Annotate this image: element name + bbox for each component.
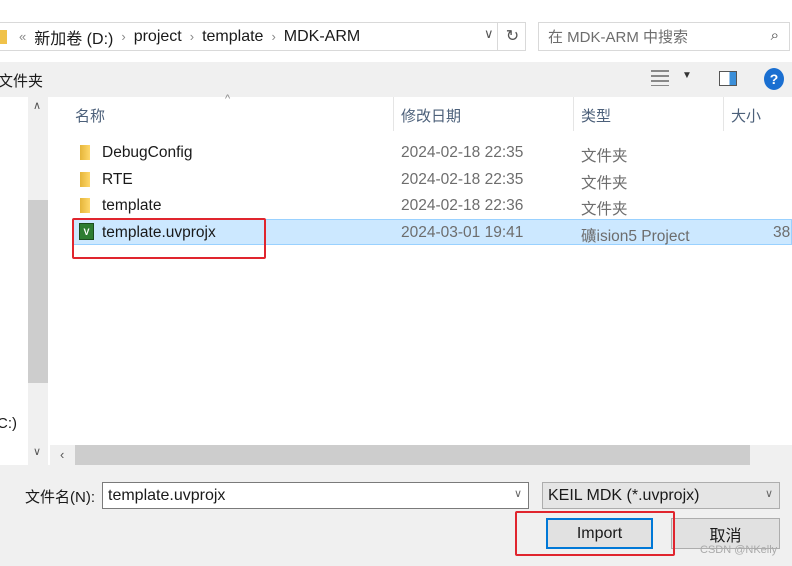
file-date: 2024-03-01 19:41	[401, 224, 524, 241]
file-row[interactable]: template 2024-02-18 22:36 文件夹	[72, 193, 792, 219]
column-date[interactable]: 修改日期	[401, 105, 461, 126]
folder-icon	[80, 198, 90, 213]
search-placeholder: 在 MDK-ARM 中搜索	[548, 29, 688, 46]
file-name: RTE	[102, 171, 133, 188]
file-type-filter-select[interactable]: KEIL MDK (*.uvprojx) ∨	[542, 482, 780, 509]
filter-value: KEIL MDK (*.uvprojx)	[548, 486, 700, 504]
column-name[interactable]: 名称	[75, 105, 105, 126]
view-dropdown-icon[interactable]: ▼	[682, 70, 692, 81]
breadcrumb-mdk-arm[interactable]: MDK-ARM	[284, 28, 360, 46]
chevron-right-icon: ›	[121, 29, 126, 44]
address-dropdown-icon[interactable]: ∨	[484, 26, 494, 42]
breadcrumb-template[interactable]: template	[202, 28, 263, 46]
file-row[interactable]: DebugConfig 2024-02-18 22:35 文件夹	[72, 140, 792, 166]
new-folder-button[interactable]: 文件夹	[0, 70, 43, 91]
file-name: template	[102, 197, 162, 214]
folder-icon	[0, 29, 7, 44]
file-date: 2024-02-18 22:36	[401, 197, 524, 214]
filename-label: 文件名(N):	[25, 489, 95, 506]
file-type: 文件夹	[581, 148, 628, 165]
dialog-footer: 文件名(N): template.uvprojx ∨ KEIL MDK (*.u…	[0, 465, 792, 566]
file-type: 文件夹	[581, 175, 628, 192]
column-size[interactable]: 大小	[731, 105, 761, 126]
file-size: 38	[773, 224, 791, 241]
file-date: 2024-02-18 22:35	[401, 144, 524, 161]
chevron-down-icon[interactable]: ∨	[514, 487, 522, 500]
toolbar: 文件夹 ▼ ?	[0, 62, 792, 97]
breadcrumb-project[interactable]: project	[134, 28, 182, 46]
chevron-right-icon: ›	[271, 29, 276, 44]
horizontal-scrollbar[interactable]: ‹	[50, 445, 792, 465]
refresh-icon[interactable]: ↻	[497, 23, 527, 50]
file-row[interactable]: RTE 2024-02-18 22:35 文件夹	[72, 167, 792, 193]
nav-item-drive-c[interactable]: C:)	[0, 415, 17, 432]
column-header: ^ 名称 修改日期 类型 大小	[50, 93, 792, 131]
file-date: 2024-02-18 22:35	[401, 171, 524, 188]
address-bar[interactable]: « 新加卷 (D:) › project › template › MDK-ARM ∨…	[0, 22, 526, 51]
overflow-chevron[interactable]: «	[19, 29, 26, 44]
watermark: CSDN @NKelly	[700, 544, 778, 556]
help-icon[interactable]: ?	[764, 68, 784, 90]
chevron-right-icon: ›	[189, 29, 195, 44]
filename-input[interactable]: template.uvprojx ∨	[102, 482, 529, 509]
file-name: DebugConfig	[102, 144, 193, 161]
column-type[interactable]: 类型	[581, 105, 611, 126]
scroll-left-icon[interactable]: ‹	[60, 447, 64, 462]
file-type: 礦ision5 Project	[581, 228, 690, 245]
highlight-box-file	[72, 218, 266, 259]
folder-icon	[80, 172, 90, 187]
breadcrumb-drive[interactable]: 新加卷 (D:)	[34, 25, 113, 49]
view-options-icon[interactable]	[651, 70, 669, 86]
search-input[interactable]: 在 MDK-ARM 中搜索 ⌕	[538, 22, 790, 51]
preview-pane-icon[interactable]	[719, 71, 737, 86]
scrollbar-thumb[interactable]	[75, 445, 750, 465]
scrollbar-thumb[interactable]	[28, 200, 48, 383]
search-icon[interactable]: ⌕	[771, 27, 779, 44]
file-type: 文件夹	[581, 201, 628, 218]
file-list: ^ 名称 修改日期 类型 大小 DebugConfig 2024-02-18 2…	[50, 93, 792, 445]
scroll-up-icon[interactable]: ∧	[33, 99, 41, 112]
chevron-down-icon: ∨	[764, 488, 773, 500]
scroll-down-icon[interactable]: ∨	[33, 445, 41, 458]
filename-value: template.uvprojx	[108, 486, 226, 504]
highlight-box-import	[515, 511, 675, 556]
sort-ascending-icon: ^	[225, 93, 231, 105]
nav-vertical-scrollbar[interactable]: ∧ ∨	[28, 97, 48, 465]
folder-icon	[80, 145, 90, 160]
